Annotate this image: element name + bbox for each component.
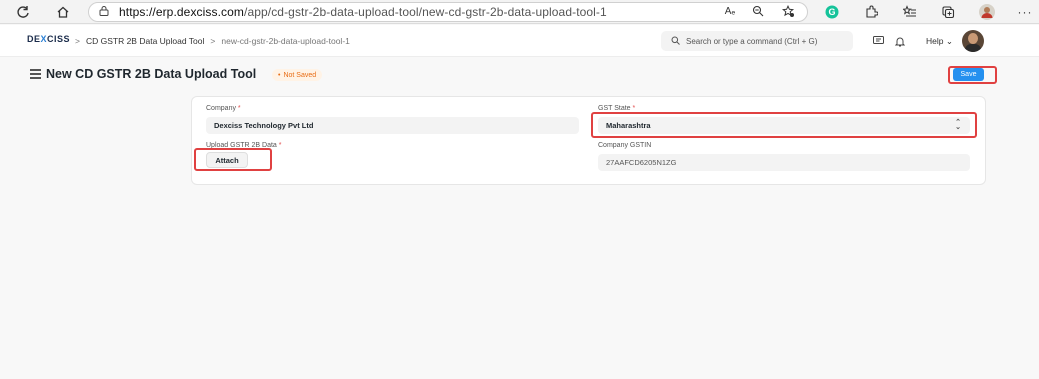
zoom-icon[interactable] — [750, 3, 766, 19]
breadcrumb-separator: > — [210, 36, 216, 46]
search-placeholder: Search or type a command (Ctrl + G) — [686, 36, 818, 46]
company-field[interactable]: Dexciss Technology Pvt Ltd — [206, 117, 579, 134]
company-label: Company * — [206, 105, 241, 112]
chat-icon[interactable] — [871, 34, 885, 48]
extensions-icon[interactable] — [862, 3, 880, 21]
gst-state-label: GST State * — [598, 105, 636, 112]
highlight-attach — [194, 148, 272, 171]
favorite-icon[interactable] — [780, 3, 796, 19]
highlight-save — [948, 66, 997, 84]
breadcrumb-item-doctype[interactable]: CD GSTR 2B Data Upload Tool — [86, 36, 204, 46]
awesomebar-search[interactable]: Search or type a command (Ctrl + G) — [661, 31, 853, 51]
lock-icon — [99, 3, 109, 21]
chevron-down-icon: ⌄ — [945, 36, 953, 46]
form-card — [191, 96, 986, 185]
address-bar[interactable]: https://erp.dexciss.com/app/cd-gstr-2b-d… — [88, 2, 808, 22]
breadcrumb: > CD GSTR 2B Data Upload Tool > new-cd-g… — [75, 36, 350, 46]
home-icon[interactable] — [54, 3, 72, 21]
company-gstin-label: Company GSTIN — [598, 142, 652, 149]
notification-bell-icon[interactable] — [893, 34, 907, 48]
url-text: https://erp.dexciss.com/app/cd-gstr-2b-d… — [119, 5, 607, 19]
grammarly-icon[interactable]: G — [823, 3, 841, 21]
page-title: New CD GSTR 2B Data Upload Tool — [46, 67, 257, 81]
read-aloud-icon[interactable]: Aₑ — [722, 3, 738, 19]
app-navbar: DEXCISS > CD GSTR 2B Data Upload Tool > … — [0, 25, 1039, 57]
search-icon — [671, 32, 680, 50]
breadcrumb-separator: > — [75, 36, 80, 46]
help-dropdown[interactable]: Help ⌄ — [926, 36, 953, 47]
collections-icon[interactable] — [939, 3, 957, 21]
refresh-icon[interactable] — [14, 3, 32, 21]
profile-avatar-icon[interactable] — [978, 3, 996, 21]
company-gstin-field[interactable]: 27AAFCD6205N1ZG — [598, 154, 970, 171]
more-icon[interactable]: ··· — [1016, 3, 1034, 21]
avatar[interactable] — [962, 30, 984, 52]
svg-text:G: G — [828, 7, 835, 17]
browser-toolbar: https://erp.dexciss.com/app/cd-gstr-2b-d… — [0, 0, 1039, 24]
sidebar-toggle-icon[interactable] — [30, 69, 41, 79]
dexciss-logo[interactable]: DEXCISS — [27, 34, 70, 44]
favorites-list-icon[interactable] — [901, 3, 919, 21]
breadcrumb-item-current[interactable]: new-cd-gstr-2b-data-upload-tool-1 — [221, 36, 350, 46]
status-badge: Not Saved — [272, 69, 323, 81]
highlight-gst-state — [591, 112, 977, 138]
